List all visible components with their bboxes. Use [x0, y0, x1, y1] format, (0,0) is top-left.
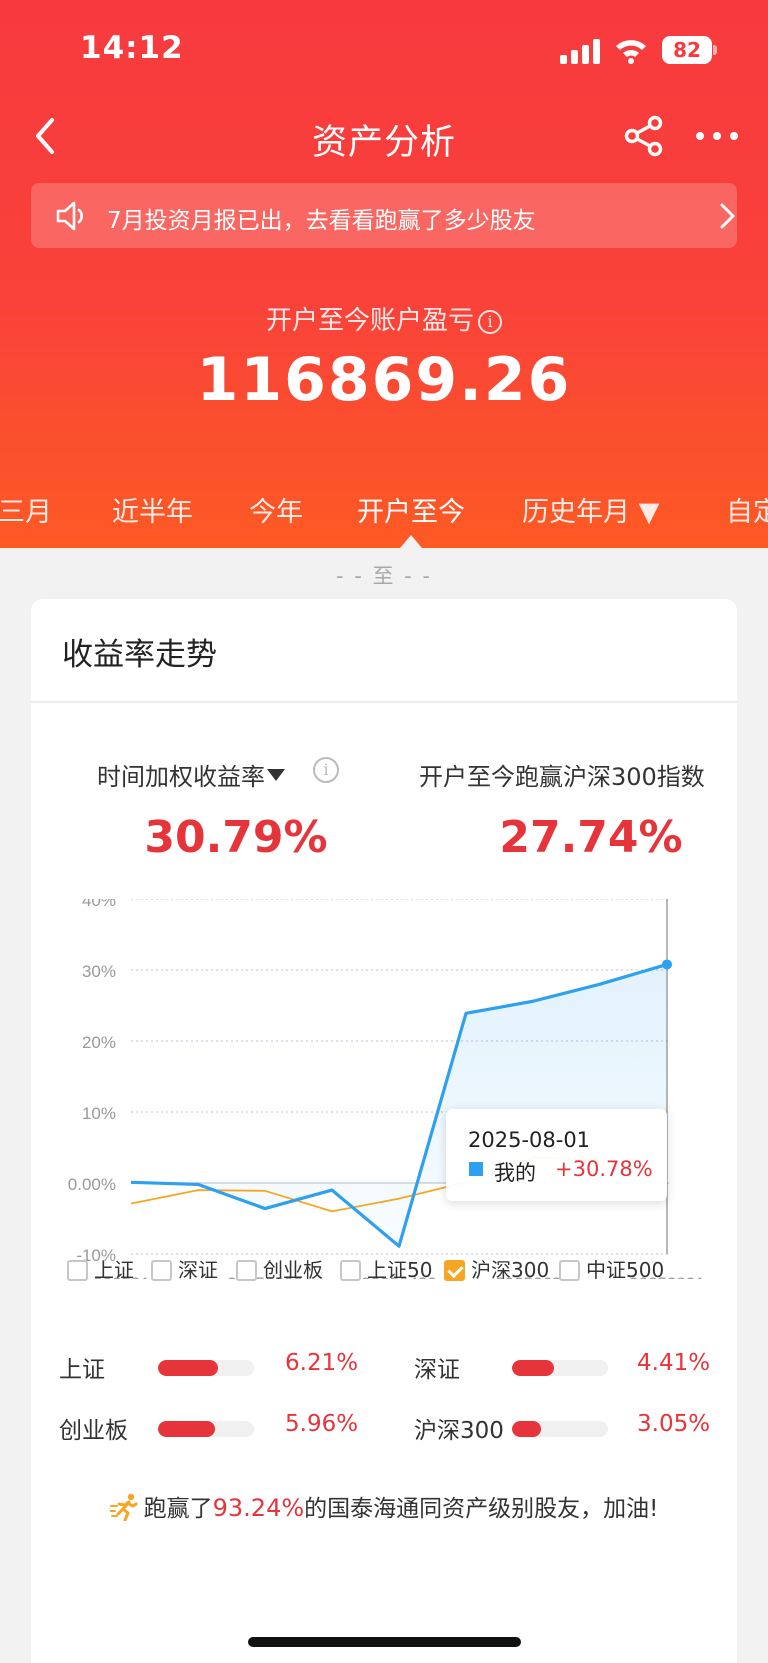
benchmark-selector: 上证 深证 创业板 上证50 沪深300 中证500: [31, 1254, 737, 1294]
return-info-icon[interactable]: i: [313, 757, 339, 783]
total-pl-label-text: 开户至今账户盈亏: [265, 306, 474, 336]
nav-bar: 资产分析: [0, 100, 768, 180]
active-tab-indicator: [400, 535, 422, 548]
index-return-row: 上证 6.21% 深证 4.41%: [31, 1350, 737, 1384]
dropdown-triangle-icon: [267, 769, 285, 781]
chevron-right-icon: [720, 203, 735, 229]
y-tick-label: 0.00%: [68, 1175, 116, 1194]
benchmark-label: 中证500: [586, 1258, 665, 1282]
card-divider: [31, 701, 737, 703]
checkbox[interactable]: [340, 1260, 361, 1281]
series-area-mine: [131, 964, 667, 1247]
checkbox[interactable]: [67, 1260, 88, 1281]
ranking-percent: 93.24%: [212, 1494, 305, 1522]
index-bar-fill: [158, 1360, 218, 1376]
index-name: 上证: [59, 1357, 105, 1383]
index-bar-fill: [512, 1360, 555, 1376]
chart-tooltip: 2025-08-01 我的 +30.78%: [446, 1109, 667, 1201]
date-range-separator: - - 至 - -: [335, 564, 432, 588]
tab-three-months[interactable]: 三月: [0, 490, 52, 529]
status-time: 14:12: [80, 30, 184, 66]
data-point: [662, 959, 672, 970]
benchmark-label: 上证: [94, 1258, 134, 1282]
ranking-suffix: 的国泰海通同资产级别股友，加油!: [304, 1496, 659, 1522]
benchmark-option[interactable]: 深证: [151, 1254, 218, 1283]
index-bar-track: [512, 1360, 608, 1376]
index-bar-track: [512, 1421, 608, 1437]
tab-since-opening[interactable]: 开户至今: [357, 490, 465, 529]
outperform-value: 27.74%: [499, 812, 683, 863]
benchmark-option[interactable]: 上证50: [340, 1254, 432, 1283]
tooltip-value: +30.78%: [555, 1157, 653, 1181]
return-value: 30.79%: [144, 812, 328, 863]
benchmark-label: 沪深300: [471, 1258, 550, 1282]
period-tabs: 三月 近半年 今年 开户至今 历史年月 ▼ 自定: [0, 490, 768, 534]
tab-half-year[interactable]: 近半年: [112, 490, 193, 529]
notice-text: 7月投资月报已出，去看看跑赢了多少股友: [107, 208, 536, 234]
index-bar-fill: [158, 1421, 216, 1437]
index-bar-track: [158, 1421, 254, 1437]
checkbox-checked[interactable]: [444, 1260, 465, 1281]
index-return-row: 创业板 5.96% 沪深300 3.05%: [31, 1411, 737, 1445]
benchmark-label: 创业板: [263, 1258, 323, 1282]
tab-history-months[interactable]: 历史年月 ▼: [522, 490, 659, 529]
outperform-label: 开户至今跑赢沪深300指数: [419, 763, 705, 791]
more-icon[interactable]: [694, 114, 740, 158]
index-value: 3.05%: [637, 1411, 711, 1437]
header-banner: 14:12 82 资产分析 7月投资月报已出，去看看跑赢了多少股友 开户至今账户…: [0, 0, 768, 548]
ranking-message: 跑赢了93.24%的国泰海通同资产级别股友，加油!: [31, 1489, 737, 1523]
checkbox[interactable]: [559, 1260, 580, 1281]
checkbox[interactable]: [236, 1260, 257, 1281]
index-name: 创业板: [59, 1418, 128, 1444]
index-bar-track: [158, 1360, 254, 1376]
wifi-icon: [616, 40, 646, 64]
ranking-prefix: 跑赢了: [143, 1496, 213, 1522]
index-value: 6.21%: [285, 1350, 359, 1376]
index-value: 4.41%: [637, 1350, 711, 1376]
total-pl-value: 116869.26: [196, 345, 572, 415]
benchmark-label: 深证: [178, 1258, 218, 1282]
card-title: 收益率走势: [62, 637, 217, 673]
total-pl-label: 开户至今账户盈亏 i: [0, 300, 768, 337]
return-trend-chart[interactable]: 40%30%20%10%0.00%-10%2025010120250228202…: [31, 899, 737, 1279]
y-tick-label: 40%: [82, 899, 116, 910]
checkbox[interactable]: [151, 1260, 172, 1281]
returns-card: 收益率走势 时间加权收益率 i 30.79% 开户至今跑赢沪深300指数 27.…: [31, 599, 737, 1663]
runner-icon: [109, 1493, 138, 1521]
tab-this-year[interactable]: 今年: [249, 490, 303, 529]
y-tick-label: 20%: [82, 1033, 116, 1052]
cellular-signal-icon: [560, 38, 602, 64]
monthly-report-banner[interactable]: 7月投资月报已出，去看看跑赢了多少股友: [31, 183, 737, 248]
index-bar-fill: [512, 1421, 542, 1437]
share-icon[interactable]: [622, 114, 666, 158]
tooltip-series-swatch: [469, 1162, 483, 1176]
status-bar: 14:12 82: [0, 0, 768, 100]
benchmark-option[interactable]: 上证: [67, 1254, 134, 1283]
home-indicator: [248, 1637, 521, 1647]
index-value: 5.96%: [285, 1411, 359, 1437]
y-tick-label: 30%: [82, 962, 116, 981]
battery-indicator: 82: [662, 36, 712, 64]
benchmark-label: 上证50: [367, 1258, 433, 1282]
benchmark-option[interactable]: 创业板: [236, 1254, 323, 1283]
benchmark-option[interactable]: 中证500: [559, 1254, 664, 1283]
info-icon[interactable]: i: [478, 310, 502, 334]
tooltip-series-name: 我的: [494, 1161, 536, 1185]
index-name: 深证: [414, 1357, 460, 1383]
return-type-selector[interactable]: 时间加权收益率: [97, 757, 285, 792]
return-type-label: 时间加权收益率: [97, 763, 265, 791]
y-tick-label: 10%: [82, 1104, 116, 1123]
battery-tip: [713, 45, 717, 55]
index-name: 沪深300: [414, 1418, 504, 1444]
speaker-icon: [56, 201, 83, 231]
tab-custom[interactable]: 自定: [726, 490, 768, 529]
tooltip-date: 2025-08-01: [468, 1128, 591, 1152]
benchmark-option[interactable]: 沪深300: [444, 1254, 549, 1283]
